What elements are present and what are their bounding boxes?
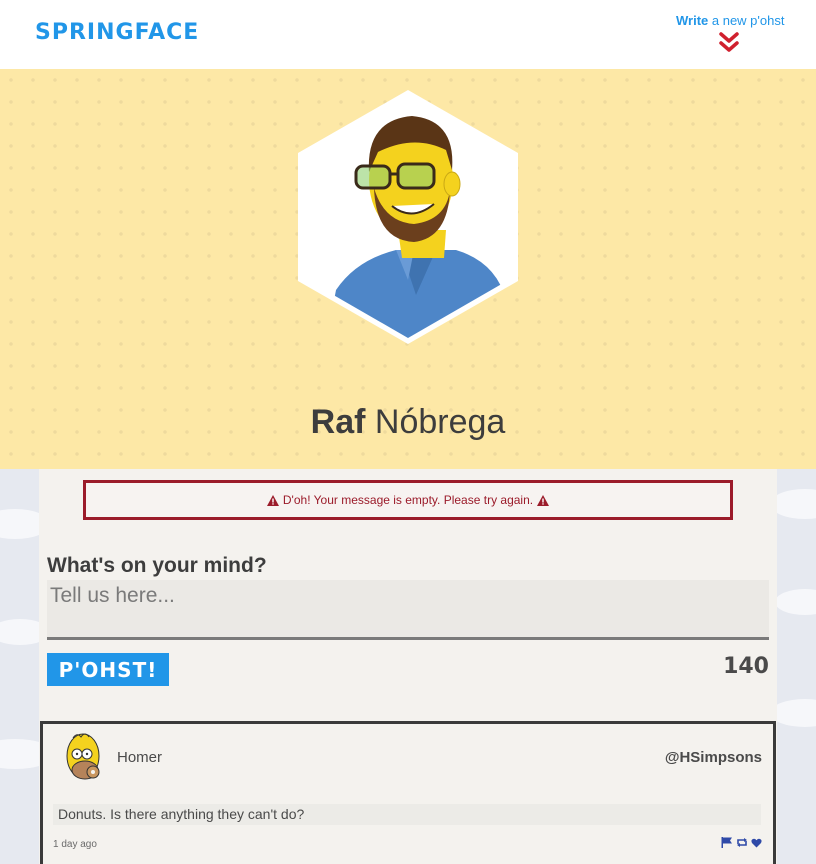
profile-name: Raf Nóbrega — [0, 403, 816, 442]
post-handle[interactable]: @HSimpsons — [665, 749, 762, 766]
write-link-rest: a new p'ohst — [708, 13, 785, 28]
flag-icon[interactable] — [721, 837, 733, 848]
composer-question: What's on your mind? — [47, 554, 267, 577]
post-timestamp: 1 day ago — [53, 839, 97, 850]
pohst-submit-button[interactable]: P'OHST! — [47, 653, 169, 686]
message-input[interactable] — [47, 580, 769, 640]
warning-icon — [537, 494, 550, 506]
write-new-pohst-link[interactable]: Write a new p'ohst — [676, 13, 784, 28]
heart-icon[interactable] — [751, 838, 762, 848]
post-text: Donuts. Is there anything they can't do? — [53, 804, 761, 825]
post-card: Homer @HSimpsons Donuts. Is there anythi… — [40, 721, 776, 864]
write-link-strong: Write — [676, 13, 709, 28]
brand-logo[interactable]: SPRINGFACE — [35, 20, 199, 45]
profile-last-name: Nóbrega — [374, 403, 506, 441]
error-alert-message: D'oh! Your message is empty. Please try … — [282, 493, 534, 507]
warning-icon — [266, 494, 279, 506]
main-panel: D'oh! Your message is empty. Please try … — [39, 469, 777, 864]
homer-avatar — [66, 733, 100, 780]
profile-first-name: Raf — [310, 403, 366, 441]
profile-avatar — [298, 90, 518, 344]
char-counter: 140 — [723, 654, 769, 679]
post-author[interactable]: Homer — [117, 749, 162, 766]
double-chevron-down-icon[interactable] — [718, 30, 740, 56]
top-navbar: SPRINGFACE Write a new p'ohst — [0, 0, 816, 69]
profile-hero: Raf Nóbrega — [0, 69, 816, 469]
post-actions — [721, 837, 762, 848]
repost-icon[interactable] — [736, 837, 748, 848]
cloud-shape — [775, 589, 816, 615]
error-alert: D'oh! Your message is empty. Please try … — [83, 480, 733, 520]
